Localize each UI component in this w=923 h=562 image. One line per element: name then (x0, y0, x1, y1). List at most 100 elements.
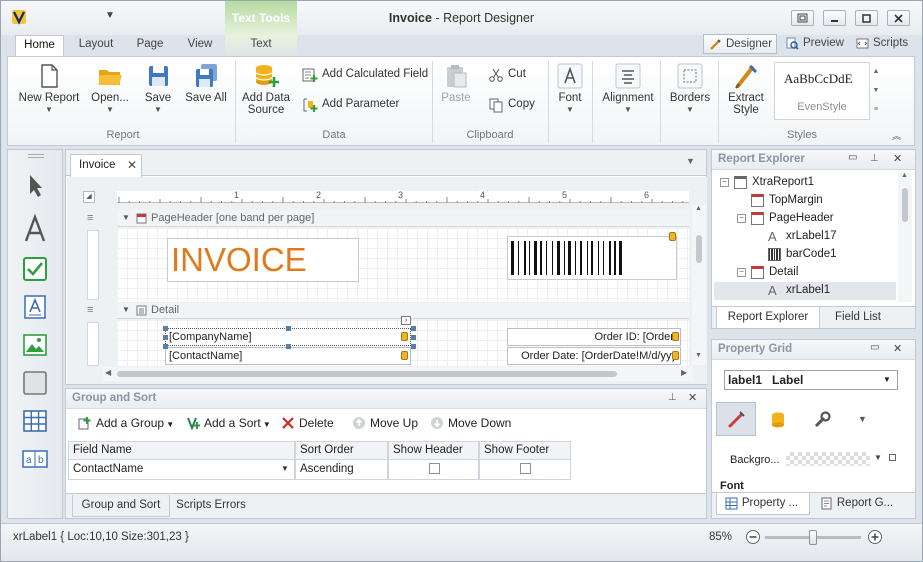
extract-style-button[interactable]: Extract Style (722, 59, 770, 116)
detail-band[interactable]: [CompanyName] [ContactName] › Order ID: … (117, 316, 689, 366)
tab-group-and-sort[interactable]: Group and Sort (72, 495, 170, 517)
behavior-tab-icon[interactable] (812, 410, 832, 430)
scroll-down-icon[interactable]: ▼ (695, 352, 702, 359)
pointer-tool-icon[interactable] (20, 170, 50, 200)
sort-order-cell[interactable]: Ascending (295, 460, 388, 480)
tab-layout[interactable]: Layout (71, 35, 121, 57)
maximize-button[interactable] (855, 10, 878, 26)
data-tab-icon[interactable] (768, 410, 788, 430)
rich-text-tool-icon[interactable] (20, 292, 50, 322)
ruler-corner-icon[interactable]: ◢ (83, 191, 95, 203)
restore-layout-button[interactable] (791, 10, 814, 26)
tree-item[interactable]: − Detail (737, 264, 798, 282)
order-id-field[interactable]: Order ID: [OrderI (507, 328, 681, 346)
resize-handle[interactable] (411, 335, 416, 340)
checkbox-tool-icon[interactable] (20, 254, 50, 284)
document-list-dropdown-icon[interactable]: ▼ (686, 156, 695, 166)
show-header-checkbox[interactable] (429, 463, 440, 474)
add-calculated-field-button[interactable]: Add Calculated Field (300, 65, 428, 85)
zoom-slider-track[interactable] (765, 530, 861, 545)
reset-property-icon[interactable] (889, 454, 896, 461)
font-button[interactable]: Font ▼ (553, 59, 587, 114)
pin-icon[interactable]: ⊥ (668, 392, 677, 403)
resize-handle[interactable] (163, 344, 168, 349)
tree-item[interactable]: − XtraReport1 (720, 174, 814, 192)
band-grip-icon[interactable]: ≡ (87, 212, 93, 224)
zoom-in-icon[interactable] (867, 529, 883, 545)
tree-scroll-thumb[interactable] (902, 188, 908, 222)
tab-field-list[interactable]: Field List (822, 307, 894, 329)
picture-tool-icon[interactable] (20, 330, 50, 360)
object-selector[interactable]: label1 Label ▼ (724, 370, 898, 390)
horizontal-scroll-thumb[interactable] (117, 371, 617, 377)
toolbox-grip[interactable] (28, 154, 44, 158)
minimize-button[interactable] (823, 10, 846, 26)
close-document-icon[interactable]: ✕ (127, 155, 137, 175)
tree-item[interactable]: AxrLabel17 (768, 228, 837, 246)
invoice-title-label[interactable]: INVOICE (167, 238, 359, 282)
cut-button[interactable]: Cut (486, 65, 526, 85)
tree-item[interactable]: − PageHeader (737, 210, 834, 228)
scroll-right-icon[interactable]: ▶ (681, 368, 687, 377)
tree-collapse-icon[interactable]: − (737, 214, 746, 223)
tree-item[interactable]: barCode1 (768, 246, 837, 264)
add-group-button[interactable]: Add a Group ▼ (78, 415, 174, 433)
more-tabs-dropdown-icon[interactable]: ▼ (858, 414, 867, 424)
smart-tag-icon[interactable]: › (401, 316, 411, 325)
show-footer-checkbox[interactable] (520, 463, 531, 474)
tab-home[interactable]: Home (15, 35, 64, 57)
resize-handle[interactable] (286, 326, 291, 331)
table-tool-icon[interactable] (20, 406, 50, 436)
order-date-field[interactable]: Order Date: [OrderDate!M/d/yyy (507, 347, 681, 365)
band-grip-icon[interactable]: ≡ (87, 304, 93, 316)
alignment-button[interactable]: Alignment ▼ (600, 59, 656, 114)
resize-handle[interactable] (411, 344, 416, 349)
open-button[interactable]: Open... ▼ (86, 59, 134, 114)
preview-view-tab[interactable]: Preview (781, 34, 845, 54)
close-panel-icon[interactable]: ✕ (893, 152, 902, 165)
tab-page[interactable]: Page (129, 35, 171, 57)
borders-button[interactable]: Borders ▼ (668, 59, 712, 114)
document-tab-invoice[interactable]: Invoice ✕ (70, 154, 142, 177)
column-header-show-footer[interactable]: Show Footer (479, 441, 571, 460)
field-name-cell[interactable]: ContactName ▼ (68, 460, 295, 480)
resize-handle[interactable] (163, 326, 168, 331)
band-collapse-icon[interactable]: ▼ (122, 302, 130, 318)
move-down-button[interactable]: Move Down (430, 415, 511, 433)
tree-item[interactable]: TopMargin (751, 192, 823, 210)
design-surface[interactable]: ◢ 1 2 3 4 5 6 ≡ ▼ PageHeader [one band p… (67, 177, 707, 384)
background-color-swatch[interactable] (786, 452, 870, 466)
paste-button[interactable]: Paste (436, 59, 476, 104)
styles-gallery-scroll[interactable]: ▲ ▼ ≡ (870, 62, 882, 120)
tab-report-explorer[interactable]: Report Explorer (716, 307, 820, 329)
tree-collapse-icon[interactable]: − (737, 268, 746, 277)
horizontal-scrollbar[interactable]: ◀ ▶ (103, 367, 693, 381)
vertical-scroll-thumb[interactable] (696, 235, 702, 263)
add-data-source-button[interactable]: Add Data Source (240, 59, 292, 116)
resize-handle[interactable] (411, 326, 416, 331)
band-collapse-icon[interactable]: ▼ (122, 210, 130, 226)
tree-collapse-icon[interactable]: − (720, 178, 729, 187)
label-tool-icon[interactable] (20, 214, 50, 244)
background-dropdown-icon[interactable]: ▼ (874, 453, 882, 462)
object-selector-dropdown-icon[interactable]: ▼ (883, 371, 891, 389)
zoom-percentage[interactable]: 85% (709, 531, 732, 543)
zoom-out-icon[interactable] (745, 529, 761, 545)
move-up-button[interactable]: Move Up (352, 415, 418, 433)
scroll-up-icon[interactable]: ▲ (901, 172, 908, 179)
scripts-view-tab[interactable]: Scripts (851, 34, 915, 54)
panel-tool-icon[interactable] (20, 368, 50, 398)
close-panel-icon[interactable]: ✕ (688, 391, 697, 404)
resize-handle[interactable] (286, 344, 291, 349)
scroll-left-icon[interactable]: ◀ (105, 368, 111, 377)
float-panel-icon[interactable]: ▭ (848, 152, 857, 163)
page-header-band[interactable]: INVOICE (117, 228, 689, 302)
styles-gallery[interactable]: AaBbCcDdE EvenStyle (774, 62, 870, 120)
add-parameter-button[interactable]: Add Parameter (300, 95, 399, 115)
tab-property-grid[interactable]: Property ... (716, 493, 810, 515)
zoom-slider-thumb[interactable] (809, 530, 817, 545)
close-button[interactable] (887, 10, 910, 26)
tab-scripts-errors[interactable]: Scripts Errors (172, 495, 250, 517)
copy-button[interactable]: Copy (486, 95, 535, 115)
character-comb-tool-icon[interactable]: ab (20, 444, 50, 474)
